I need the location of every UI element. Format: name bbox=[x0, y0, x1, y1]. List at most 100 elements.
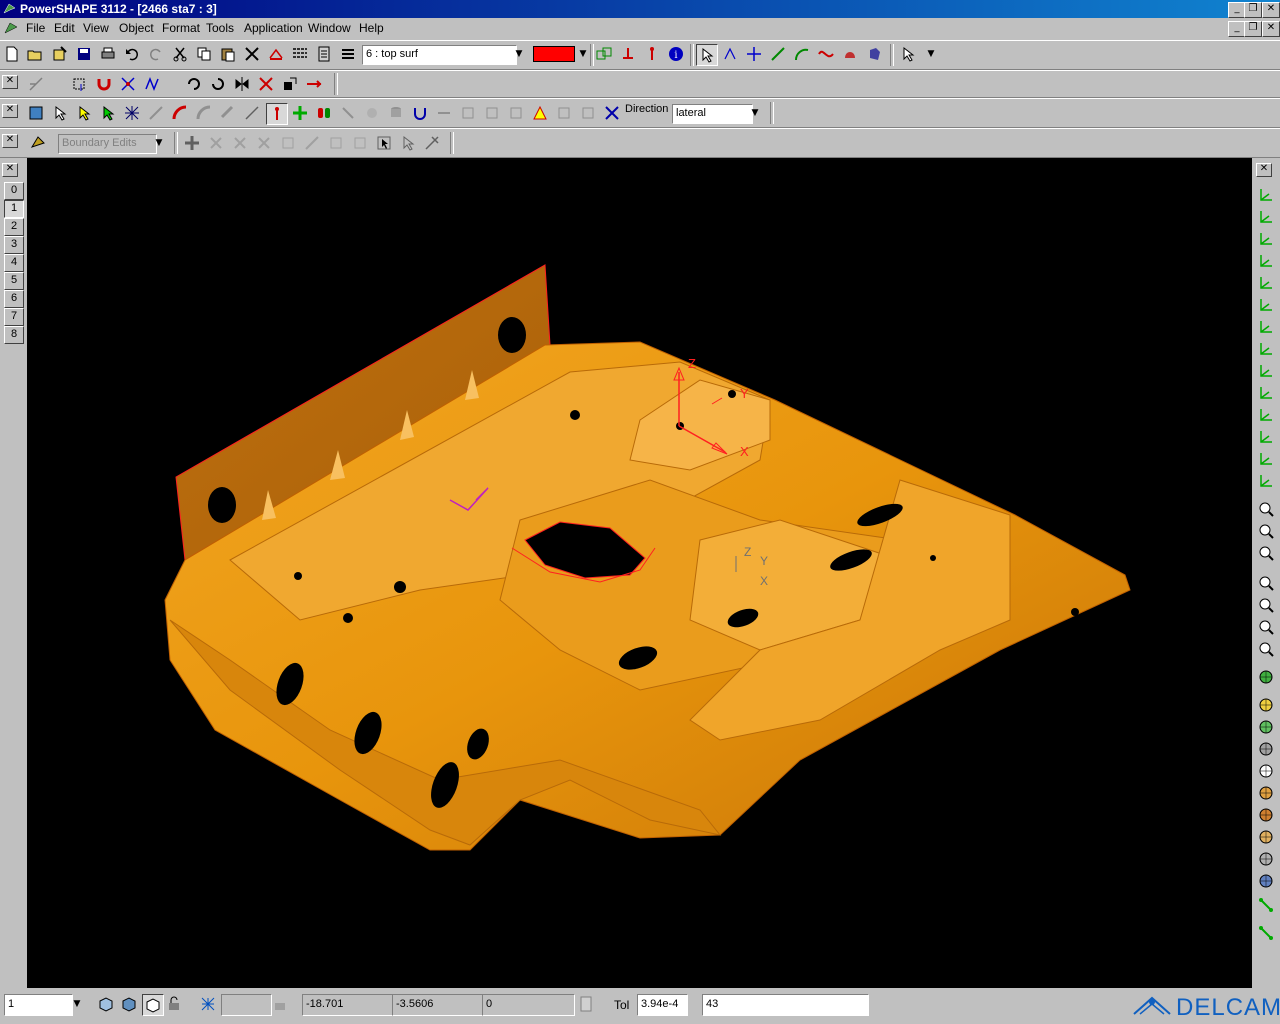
view-undo-icon[interactable] bbox=[1257, 472, 1275, 490]
color-dropdown[interactable]: ▼ bbox=[576, 45, 590, 63]
menu-tools[interactable]: Tools bbox=[206, 21, 234, 35]
sphere-4-icon[interactable] bbox=[1257, 828, 1275, 846]
boundary-trim-icon[interactable] bbox=[422, 133, 442, 153]
document-icon[interactable] bbox=[3, 20, 19, 36]
extend-icon[interactable] bbox=[242, 103, 262, 123]
surface-icon[interactable] bbox=[840, 44, 860, 64]
level-select[interactable]: 6 : top surf bbox=[362, 45, 517, 65]
menu-help[interactable]: Help bbox=[359, 21, 384, 35]
zoom-all-icon[interactable] bbox=[1257, 596, 1275, 614]
snap-icon[interactable] bbox=[26, 74, 46, 94]
z-coordinate-field[interactable]: 0 bbox=[482, 994, 575, 1016]
sphere-3-icon[interactable] bbox=[1257, 806, 1275, 824]
view-bottom-icon[interactable] bbox=[1257, 208, 1275, 226]
undo-icon[interactable] bbox=[122, 44, 142, 64]
warning-icon[interactable] bbox=[530, 103, 550, 123]
sphere-5-icon[interactable] bbox=[1257, 850, 1275, 868]
wireframe-select-icon[interactable] bbox=[720, 44, 740, 64]
level-button-5[interactable]: 5 bbox=[4, 272, 24, 290]
disabled-tool-icon-4[interactable] bbox=[434, 103, 454, 123]
select-arrow-icon[interactable] bbox=[696, 44, 718, 66]
view-fit-icon[interactable] bbox=[1257, 450, 1275, 468]
fillet-icon[interactable] bbox=[170, 103, 190, 123]
lock-icon[interactable] bbox=[164, 994, 184, 1014]
info-icon[interactable]: i bbox=[666, 44, 686, 64]
disabled-tool-icon-7[interactable] bbox=[506, 103, 526, 123]
point-icon[interactable] bbox=[744, 44, 764, 64]
mdi-restore-button[interactable]: ❐ bbox=[1244, 21, 1262, 37]
zoom-in-icon[interactable] bbox=[1257, 500, 1275, 518]
zoom-select-icon[interactable] bbox=[1257, 574, 1275, 592]
select-surface-arrow-icon[interactable] bbox=[50, 103, 70, 123]
levels-close-button[interactable]: ✕ bbox=[2, 163, 18, 177]
import-icon[interactable] bbox=[50, 44, 70, 64]
sphere-icon[interactable] bbox=[1257, 762, 1275, 780]
pointer-icon[interactable] bbox=[898, 44, 918, 64]
boundary-icon[interactable] bbox=[28, 133, 48, 153]
line-style-icon[interactable] bbox=[290, 44, 310, 64]
zoom-out-icon[interactable] bbox=[1257, 522, 1275, 540]
trim-icon[interactable] bbox=[118, 74, 138, 94]
grid-icon[interactable] bbox=[198, 994, 218, 1014]
toolbar-close-button[interactable]: ✕ bbox=[2, 134, 18, 148]
split-icon[interactable] bbox=[142, 74, 162, 94]
open-file-icon[interactable] bbox=[25, 44, 45, 64]
print-icon[interactable] bbox=[98, 44, 118, 64]
color-swatch[interactable] bbox=[533, 46, 575, 62]
toolbar-close-button[interactable]: ✕ bbox=[2, 104, 18, 118]
level-button-6[interactable]: 6 bbox=[4, 290, 24, 308]
surface-select-icon[interactable] bbox=[26, 103, 46, 123]
disabled-tool-icon-8[interactable] bbox=[554, 103, 574, 123]
level-select-dropdown[interactable]: ▼ bbox=[512, 45, 526, 63]
arc-icon[interactable] bbox=[792, 44, 812, 64]
disabled-tool-icon-9[interactable] bbox=[578, 103, 598, 123]
level-button-0[interactable]: 0 bbox=[4, 182, 24, 200]
direction-select[interactable]: lateral bbox=[672, 104, 753, 124]
unlock-icon[interactable] bbox=[270, 994, 290, 1014]
boundary-select-icon[interactable] bbox=[374, 133, 394, 153]
menu-format[interactable]: Format bbox=[162, 21, 200, 35]
view-front-icon[interactable] bbox=[1257, 230, 1275, 248]
view-shaded-icon[interactable] bbox=[119, 994, 139, 1014]
marker-icon[interactable] bbox=[642, 44, 662, 64]
lateral-edit-icon[interactable] bbox=[266, 103, 288, 125]
erase-icon[interactable] bbox=[266, 44, 286, 64]
disabled-boundary-icon-7[interactable] bbox=[350, 133, 370, 153]
view-top-icon[interactable] bbox=[1257, 186, 1275, 204]
view-wireframe-icon[interactable] bbox=[142, 994, 164, 1016]
grid-value-field[interactable] bbox=[221, 994, 272, 1016]
shade-3-icon[interactable] bbox=[1257, 718, 1275, 736]
view-iso1-icon[interactable] bbox=[1257, 318, 1275, 336]
disabled-boundary-icon-5[interactable] bbox=[302, 133, 322, 153]
disabled-tool-icon[interactable] bbox=[146, 103, 166, 123]
graphics-viewport[interactable]: Z Y X Z Y X bbox=[27, 158, 1252, 988]
disabled-boundary-icon-1[interactable] bbox=[206, 133, 226, 153]
pan-icon[interactable] bbox=[1257, 618, 1275, 636]
rotate-view-icon[interactable] bbox=[1257, 640, 1275, 658]
refresh-icon[interactable] bbox=[1257, 924, 1275, 942]
line-icon[interactable] bbox=[768, 44, 788, 64]
selection-count-dropdown[interactable]: ▼ bbox=[70, 995, 84, 1013]
scale-icon[interactable] bbox=[280, 74, 300, 94]
car-floor-panel-model[interactable] bbox=[164, 264, 1131, 851]
group-icon[interactable] bbox=[594, 44, 614, 64]
sphere-2-icon[interactable] bbox=[1257, 784, 1275, 802]
mirror-icon[interactable] bbox=[232, 74, 252, 94]
blend-icon[interactable] bbox=[194, 103, 214, 123]
view-iso-icon[interactable] bbox=[96, 994, 116, 1014]
rotate-copy-icon[interactable] bbox=[208, 74, 228, 94]
level-button-4[interactable]: 4 bbox=[4, 254, 24, 272]
level-button-7[interactable]: 7 bbox=[4, 308, 24, 326]
sphere-6-icon[interactable] bbox=[1257, 872, 1275, 890]
menu-file[interactable]: File bbox=[26, 21, 45, 35]
curve-icon[interactable] bbox=[816, 44, 836, 64]
save-icon[interactable] bbox=[74, 44, 94, 64]
disabled-boundary-icon-3[interactable] bbox=[254, 133, 274, 153]
shade-icon[interactable] bbox=[1257, 668, 1275, 686]
view-iso2-icon[interactable] bbox=[1257, 340, 1275, 358]
add-boundary-icon[interactable] bbox=[182, 133, 202, 153]
u-curve-icon[interactable] bbox=[410, 103, 430, 123]
view-right-icon[interactable] bbox=[1257, 296, 1275, 314]
delete-entity-icon[interactable] bbox=[256, 74, 276, 94]
disabled-tool-icon-5[interactable] bbox=[458, 103, 478, 123]
